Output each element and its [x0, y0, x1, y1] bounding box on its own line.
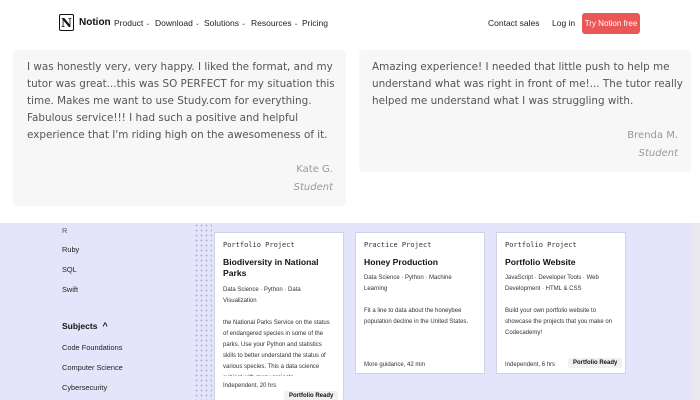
- project-description: the National Parks Service on the status…: [223, 320, 330, 376]
- testimonial-role: Student: [638, 148, 678, 159]
- project-card[interactable]: Portfolio Project Portfolio Website Java…: [496, 232, 626, 374]
- testimonial-card: Amazing experience! I needed that little…: [359, 50, 691, 172]
- nav-pricing[interactable]: Pricing: [302, 18, 328, 28]
- sidebar-item-cybersecurity[interactable]: Cybersecurity: [62, 383, 107, 392]
- nav-download-label: Download: [155, 18, 193, 28]
- testimonial-role: Student: [293, 182, 333, 193]
- project-tags: JavaScript · Developer Tools · Web Devel…: [505, 275, 599, 292]
- testimonial-quote: Amazing experience! I needed that little…: [372, 61, 683, 107]
- sidebar-item-code-foundations[interactable]: Code Foundations: [62, 343, 122, 352]
- testimonial-author: Kate G.: [296, 164, 333, 175]
- chevron-down-icon: ⌄: [240, 20, 246, 27]
- nav-solutions[interactable]: Solutions ⌄: [204, 18, 246, 28]
- portfolio-ready-badge: Portfolio Ready: [568, 358, 623, 368]
- project-tags: Data Science · Python · Data Visualizati…: [223, 287, 301, 304]
- project-title: Biodiversity in National Parks: [223, 257, 319, 278]
- brand-name: Notion: [79, 17, 111, 28]
- chevron-down-icon: ⌄: [145, 20, 151, 27]
- project-title: Honey Production: [364, 257, 439, 267]
- catalog-section: R Ruby SQL Swift Subjects ^ Code Foundat…: [0, 223, 700, 400]
- sidebar-item-computer-science[interactable]: Computer Science: [62, 363, 123, 372]
- chevron-down-icon: ⌄: [194, 20, 200, 27]
- chevron-up-icon: ^: [102, 321, 108, 331]
- nav-download[interactable]: Download ⌄: [155, 18, 200, 28]
- project-description: Build your own portfolio website to show…: [505, 308, 613, 336]
- notion-logo[interactable]: N Notion: [59, 14, 111, 31]
- project-description: Fit a line to data about the honeybee po…: [364, 308, 469, 325]
- dot-pattern: [194, 223, 212, 400]
- testimonial-quote: I was honestly very, very happy. I liked…: [27, 61, 335, 141]
- subjects-heading: Subjects: [62, 321, 98, 331]
- project-tags: Data Science · Python · Machine Learning: [364, 275, 452, 292]
- login-link[interactable]: Log in: [552, 18, 575, 28]
- try-notion-free-button[interactable]: Try Notion free: [582, 13, 640, 34]
- nav-resources-label: Resources: [251, 18, 292, 28]
- project-meta: More guidance, 42 min: [364, 362, 426, 368]
- contact-sales-link[interactable]: Contact sales: [488, 18, 540, 28]
- nav-product[interactable]: Product ⌄: [114, 18, 150, 28]
- subjects-toggle[interactable]: Subjects ^: [62, 321, 108, 331]
- portfolio-ready-badge: Portfolio Ready: [284, 391, 339, 400]
- sidebar-item-sql[interactable]: SQL: [62, 265, 77, 274]
- testimonials-section: I was honestly very, very happy. I liked…: [0, 48, 700, 223]
- project-title: Portfolio Website: [505, 257, 576, 267]
- sidebar-item-r[interactable]: R: [62, 226, 67, 235]
- project-type: Portfolio Project: [223, 241, 295, 249]
- page-scrollbar[interactable]: [691, 223, 700, 400]
- project-type: Portfolio Project: [505, 241, 577, 249]
- project-card[interactable]: Practice Project Honey Production Data S…: [355, 232, 485, 374]
- project-type: Practice Project: [364, 241, 432, 249]
- top-nav: N Notion Product ⌄ Download ⌄ Solutions …: [0, 0, 700, 48]
- nav-product-label: Product: [114, 18, 144, 28]
- testimonial-card: I was honestly very, very happy. I liked…: [13, 50, 346, 206]
- sidebar-item-ruby[interactable]: Ruby: [62, 245, 79, 254]
- project-card[interactable]: Portfolio Project Biodiversity in Nation…: [214, 232, 344, 400]
- nav-solutions-label: Solutions: [204, 18, 239, 28]
- sidebar-item-swift[interactable]: Swift: [62, 285, 78, 294]
- nav-pricing-label: Pricing: [302, 18, 328, 28]
- nav-resources[interactable]: Resources ⌄: [251, 18, 299, 28]
- project-meta: Independent, 6 hrs: [505, 362, 556, 368]
- testimonial-author: Brenda M.: [627, 130, 678, 141]
- notion-logo-icon: N: [59, 14, 74, 31]
- chevron-down-icon: ⌄: [293, 20, 299, 27]
- project-meta: Independent, 20 hrs: [223, 383, 277, 389]
